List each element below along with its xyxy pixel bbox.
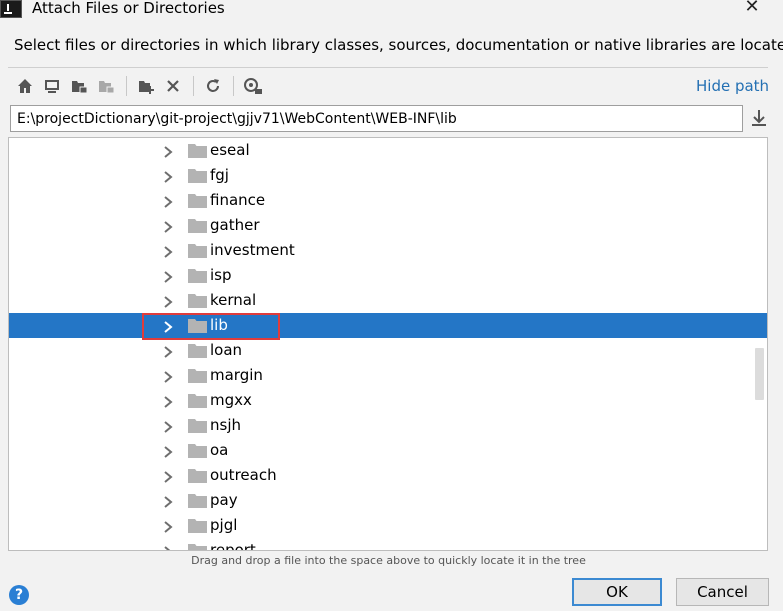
path-input[interactable] xyxy=(10,105,743,132)
chevron-right-icon[interactable] xyxy=(162,344,174,358)
title-bar: Attach Files or Directories ✕ xyxy=(0,0,783,24)
toolbar-separator xyxy=(193,76,194,96)
tree-item-label: nsjh xyxy=(210,416,241,434)
chevron-right-icon[interactable] xyxy=(162,144,174,158)
tree-row[interactable]: loan xyxy=(9,338,767,363)
scrollbar-thumb[interactable] xyxy=(755,348,764,400)
tree-row[interactable]: report xyxy=(9,538,767,551)
tree-row[interactable]: fgj xyxy=(9,163,767,188)
chevron-right-icon[interactable] xyxy=(162,469,174,483)
help-icon[interactable]: ? xyxy=(9,585,29,605)
show-hidden-icon[interactable] xyxy=(242,75,264,97)
tree-item-label: isp xyxy=(210,266,232,284)
folder-icon xyxy=(188,368,207,383)
window-title: Attach Files or Directories xyxy=(32,0,225,17)
tree-row[interactable]: investment xyxy=(9,238,767,263)
folder-icon xyxy=(188,218,207,233)
new-folder-icon[interactable] xyxy=(135,75,157,97)
tree-row[interactable]: pay xyxy=(9,488,767,513)
toolbar xyxy=(14,74,269,98)
tree-item-label: pay xyxy=(210,491,238,509)
toolbar-separator xyxy=(126,76,127,96)
chevron-right-icon[interactable] xyxy=(162,194,174,208)
tree-item-label: fgj xyxy=(210,166,229,184)
folder-icon xyxy=(188,193,207,208)
toolbar-separator xyxy=(233,76,234,96)
tree-item-label: eseal xyxy=(210,141,250,159)
folder-icon xyxy=(188,543,207,550)
chevron-right-icon[interactable] xyxy=(162,419,174,433)
project-folder-icon[interactable] xyxy=(68,75,90,97)
tree-row[interactable]: mgxx xyxy=(9,388,767,413)
chevron-right-icon[interactable] xyxy=(162,244,174,258)
dialog-description: Select files or directories in which lib… xyxy=(14,36,783,54)
folder-icon xyxy=(188,343,207,358)
folder-icon xyxy=(188,318,207,333)
folder-icon xyxy=(188,443,207,458)
tree-row[interactable]: kernal xyxy=(9,288,767,313)
close-icon[interactable]: ✕ xyxy=(742,0,762,18)
chevron-right-icon[interactable] xyxy=(162,519,174,533)
tree-item-label: outreach xyxy=(210,466,277,484)
tree-row[interactable]: oa xyxy=(9,438,767,463)
folder-icon xyxy=(188,493,207,508)
tree-row[interactable]: nsjh xyxy=(9,413,767,438)
tree-item-label: finance xyxy=(210,191,266,209)
folder-icon xyxy=(188,518,207,533)
chevron-right-icon[interactable] xyxy=(162,319,174,333)
chevron-right-icon[interactable] xyxy=(162,494,174,508)
folder-icon xyxy=(188,268,207,283)
tree-item-label: oa xyxy=(210,441,229,459)
chevron-right-icon[interactable] xyxy=(162,219,174,233)
folder-icon xyxy=(188,293,207,308)
tree-item-label: margin xyxy=(210,366,263,384)
desktop-icon[interactable] xyxy=(41,75,63,97)
folder-icon xyxy=(188,418,207,433)
tree-row[interactable]: pjgl xyxy=(9,513,767,538)
chevron-right-icon[interactable] xyxy=(162,394,174,408)
tree-item-label: pjgl xyxy=(210,516,238,534)
tree-row[interactable]: gather xyxy=(9,213,767,238)
refresh-icon[interactable] xyxy=(202,75,224,97)
chevron-right-icon[interactable] xyxy=(162,544,174,550)
chevron-right-icon[interactable] xyxy=(162,369,174,383)
drag-drop-hint: Drag and drop a file into the space abov… xyxy=(191,554,586,567)
tree-item-label: gather xyxy=(210,216,260,234)
folder-icon xyxy=(188,168,207,183)
tree-item-label: report xyxy=(210,541,256,551)
hide-path-link[interactable]: Hide path xyxy=(696,77,769,95)
file-tree[interactable]: eseal fgj finance gather investment isp kernal… xyxy=(8,137,768,551)
tree-item-label: mgxx xyxy=(210,391,252,409)
tree-row[interactable]: lib xyxy=(9,313,767,338)
tree-item-label: kernal xyxy=(210,291,257,309)
delete-icon[interactable] xyxy=(162,75,184,97)
folder-icon xyxy=(188,468,207,483)
tree-row[interactable]: eseal xyxy=(9,138,767,163)
module-folder-icon[interactable] xyxy=(95,75,117,97)
download-icon[interactable] xyxy=(748,106,770,130)
chevron-right-icon[interactable] xyxy=(162,269,174,283)
tree-row[interactable]: outreach xyxy=(9,463,767,488)
divider xyxy=(8,67,768,68)
tree-item-label: investment xyxy=(210,241,295,259)
tree-item-label: lib xyxy=(210,316,228,334)
chevron-right-icon[interactable] xyxy=(162,169,174,183)
tree-row[interactable]: isp xyxy=(9,263,767,288)
tree-row[interactable]: margin xyxy=(9,363,767,388)
chevron-right-icon[interactable] xyxy=(162,294,174,308)
chevron-right-icon[interactable] xyxy=(162,444,174,458)
tree-item-label: loan xyxy=(210,341,243,359)
ok-button[interactable]: OK xyxy=(572,578,662,606)
intellij-app-icon xyxy=(0,0,22,18)
folder-icon xyxy=(188,143,207,158)
home-icon[interactable] xyxy=(14,75,36,97)
folder-icon xyxy=(188,393,207,408)
folder-icon xyxy=(188,243,207,258)
cancel-button[interactable]: Cancel xyxy=(676,578,769,606)
tree-row[interactable]: finance xyxy=(9,188,767,213)
